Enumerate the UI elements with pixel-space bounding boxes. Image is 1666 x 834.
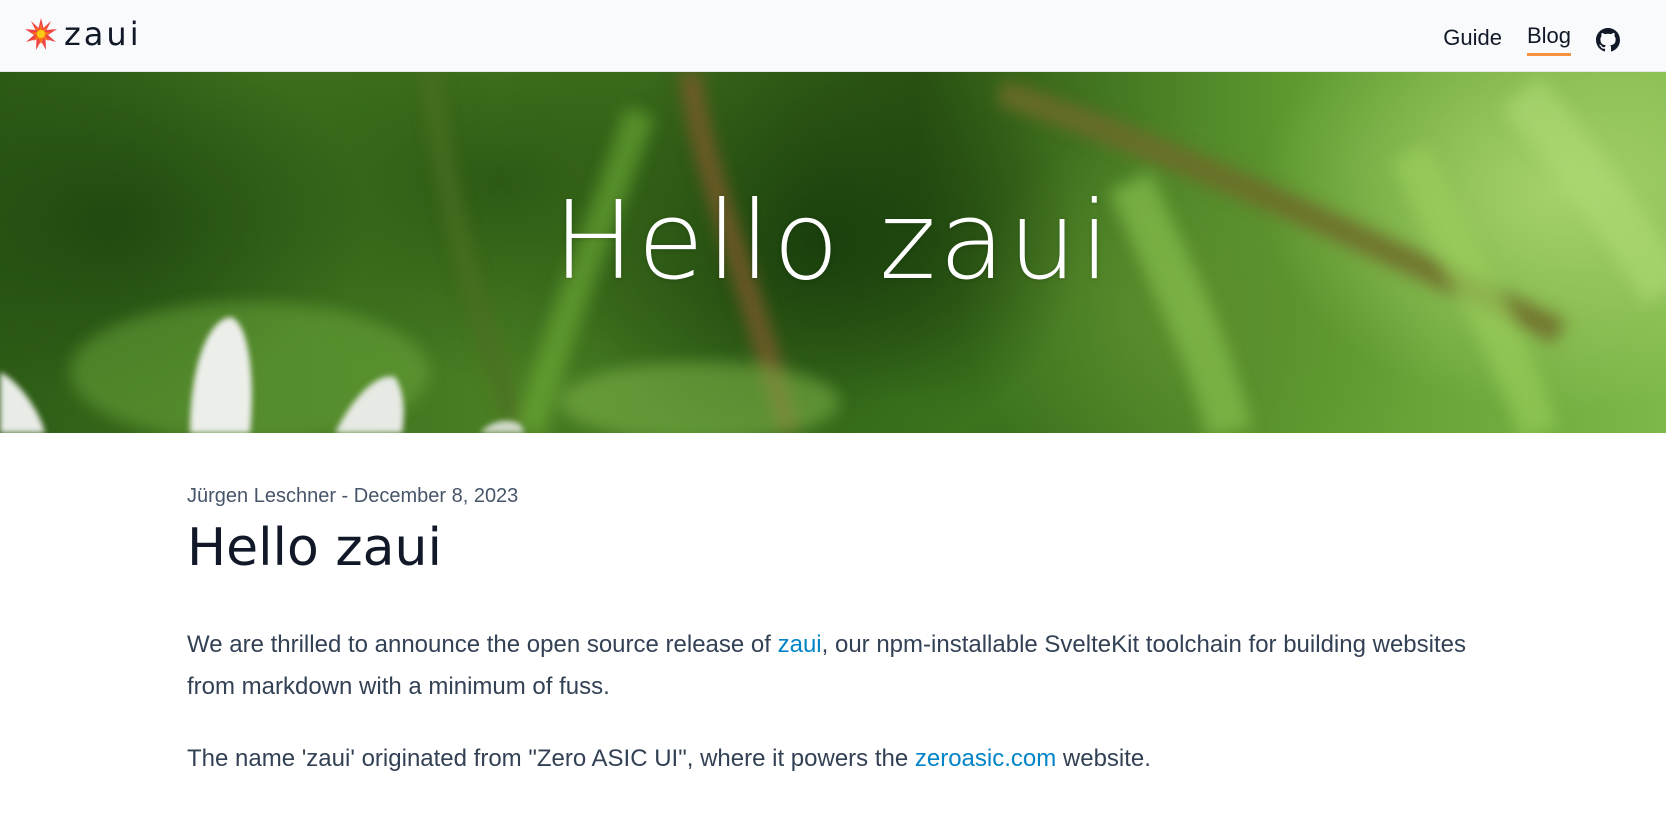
blog-post: Jürgen Leschner - December 8, 2023 Hello… bbox=[187, 482, 1487, 780]
post-byline: Jürgen Leschner - December 8, 2023 bbox=[187, 482, 1487, 510]
post-date: December 8, 2023 bbox=[353, 485, 519, 507]
home-link[interactable]: zaui bbox=[24, 16, 142, 52]
github-icon[interactable] bbox=[1596, 27, 1620, 52]
nav-blog-link[interactable]: Blog bbox=[1526, 23, 1571, 56]
nav-guide-link[interactable]: Guide bbox=[1443, 25, 1502, 55]
post-paragraph-1: We are thrilled to announce the open sou… bbox=[187, 624, 1487, 708]
starburst-logo-icon bbox=[25, 18, 57, 50]
main-nav: Guide Blog bbox=[1418, 23, 1620, 56]
brand-name: zaui bbox=[64, 15, 142, 53]
zaui-link[interactable]: zaui bbox=[778, 631, 822, 658]
paragraph-1-text-start: We are thrilled to announce the open sou… bbox=[187, 631, 778, 658]
hero-title: Hello zaui bbox=[553, 179, 1113, 304]
hero-banner: Hello zaui bbox=[0, 72, 1666, 433]
post-author: Jürgen Leschner bbox=[187, 485, 336, 507]
post-paragraph-2: The name 'zaui' originated from "Zero AS… bbox=[187, 738, 1487, 780]
top-navigation-bar: zaui Guide Blog bbox=[0, 0, 1666, 72]
zeroasic-link[interactable]: zeroasic.com bbox=[915, 745, 1056, 772]
post-title: Hello zaui bbox=[187, 518, 442, 578]
byline-separator: - bbox=[335, 485, 354, 507]
paragraph-2-text-end: website. bbox=[1056, 745, 1151, 772]
paragraph-2-text-start: The name 'zaui' originated from "Zero AS… bbox=[187, 745, 915, 772]
